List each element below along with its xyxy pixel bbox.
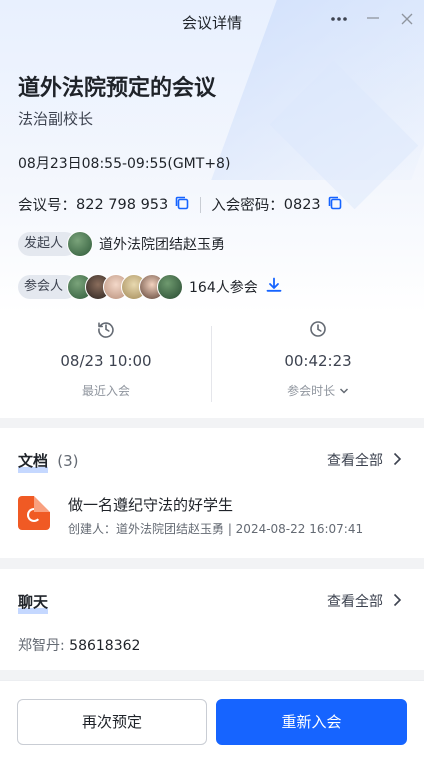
participants-count: 164人参会 xyxy=(189,280,258,296)
chat-text: 58618362 xyxy=(64,638,141,654)
divider xyxy=(200,196,202,213)
last-join-label: 最近入会 xyxy=(81,384,130,398)
chat-view-all-link[interactable]: 查看全部 xyxy=(327,591,402,611)
title-bar: 会议详情 xyxy=(0,0,424,44)
organizer-name: 道外法院团结赵玉勇 xyxy=(99,237,226,253)
duration-stat[interactable]: 00:42:23 参会时长 xyxy=(212,320,424,399)
doc-list-item[interactable]: 做一名遵纪守法的好学生 创建人：道外法院团结赵玉勇 | 2024-08-22 1… xyxy=(18,492,408,542)
view-all-label: 查看全部 xyxy=(327,594,383,610)
chat-heading-label: 聊天 xyxy=(18,593,49,611)
clock-icon xyxy=(212,320,424,342)
meeting-id-label: 会议号： xyxy=(18,198,76,214)
chat-heading: 聊天 xyxy=(18,591,49,614)
participants-row: 参会人 164人参会 xyxy=(18,274,282,300)
chat-message[interactable]: 郑智丹: 58618362 xyxy=(18,635,140,655)
rejoin-button[interactable]: 重新入会 xyxy=(216,699,407,745)
download-icon[interactable] xyxy=(266,277,282,297)
doc-title: 做一名遵纪守法的好学生 xyxy=(68,496,234,514)
copy-icon[interactable] xyxy=(327,195,343,215)
participant-avatars[interactable] xyxy=(67,274,184,300)
chevron-right-icon xyxy=(393,451,402,470)
docs-heading: 文档 (3) xyxy=(18,450,79,473)
organizer-row: 发起人 道外法院团结赵玉勇 xyxy=(18,231,225,257)
chat-sender: 郑智丹: xyxy=(18,638,65,654)
organizer-avatars xyxy=(67,231,94,257)
more-icon[interactable] xyxy=(328,10,350,32)
rebook-button[interactable]: 再次预定 xyxy=(17,699,207,745)
docs-view-all-link[interactable]: 查看全部 xyxy=(327,450,402,470)
last-join-stat: 08/23 10:00 最近入会 xyxy=(0,320,212,399)
copy-icon[interactable] xyxy=(174,195,190,215)
close-icon[interactable] xyxy=(396,10,418,32)
slides-file-icon xyxy=(18,496,50,530)
meeting-detail-window: 会议详情 道外法院预定的会议 法治副校长 08月23日08:55-09:55(G… xyxy=(0,0,424,768)
footer-actions: 再次预定 重新入会 xyxy=(0,680,424,768)
header-area: 会议详情 道外法院预定的会议 法治副校长 08月23日08:55-09:55(G… xyxy=(0,0,424,418)
duration-value: 00:42:23 xyxy=(284,352,352,370)
last-join-value: 08/23 10:00 xyxy=(60,352,152,370)
stats-panel: 08/23 10:00 最近入会 00:42:23 参会时长 xyxy=(0,320,424,406)
password-value: 0823 xyxy=(283,196,321,213)
docs-heading-label: 文档 xyxy=(18,452,49,470)
duration-label: 参会时长 xyxy=(287,384,336,398)
chevron-down-icon xyxy=(339,384,349,398)
meeting-id-value: 822 798 953 xyxy=(76,196,169,213)
window-title: 会议详情 xyxy=(181,14,242,32)
password-label: 入会密码： xyxy=(211,198,284,214)
history-icon xyxy=(0,320,212,342)
docs-count: (3) xyxy=(57,452,79,470)
doc-meta: 创建人：道外法院团结赵玉勇 | 2024-08-22 16:07:41 xyxy=(68,522,364,536)
meeting-id-row: 会议号： 822 798 953 入会密码： 0823 xyxy=(18,194,343,215)
view-all-label: 查看全部 xyxy=(327,453,383,469)
avatar[interactable] xyxy=(67,231,94,257)
docs-card: 文档 (3) 查看全部 做一名遵纪守法的好学生 创建人：道外法院团结赵玉勇 | … xyxy=(0,428,424,558)
chat-card: 聊天 查看全部 郑智丹: 58618362 xyxy=(0,569,424,670)
minimize-icon[interactable] xyxy=(362,10,384,32)
chevron-right-icon xyxy=(393,592,402,611)
duration-label-row[interactable]: 参会时长 xyxy=(212,382,424,399)
meeting-subtitle: 法治副校长 xyxy=(18,110,94,128)
meeting-title: 道外法院预定的会议 xyxy=(18,76,217,101)
meeting-time: 08月23日08:55-09:55(GMT+8) xyxy=(18,156,231,172)
avatar xyxy=(157,274,184,300)
